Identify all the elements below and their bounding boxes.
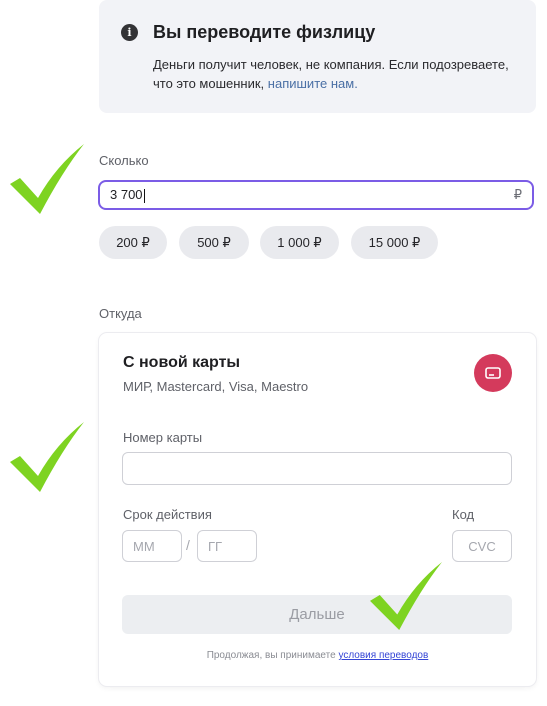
card-brands-text: МИР, Mastercard, Visa, Maestro xyxy=(123,379,309,394)
cvc-input[interactable]: CVC xyxy=(452,530,512,562)
amount-label: Сколько xyxy=(99,153,149,168)
amount-chip-200[interactable]: 200 ₽ xyxy=(99,226,167,259)
new-card-title: С новой карты xyxy=(123,354,241,371)
terms-link[interactable]: условия переводов xyxy=(338,650,428,661)
terms-note: Продолжая, вы принимаете условия перевод… xyxy=(99,650,536,661)
checkmark-icon xyxy=(10,422,84,492)
contact-us-link[interactable]: напишите нам. xyxy=(268,76,358,91)
info-banner: i Вы переводите физлицу Деньги получит ч… xyxy=(99,0,536,113)
info-icon: i xyxy=(121,24,138,41)
checkmark-icon xyxy=(10,144,84,214)
currency-symbol: ₽ xyxy=(513,187,522,202)
banner-text: Деньги получит человек, не компания. Есл… xyxy=(153,55,513,93)
checkmark-icon xyxy=(370,561,443,631)
new-card-form: С новой карты МИР, Mastercard, Visa, Mae… xyxy=(99,333,536,686)
card-number-input[interactable] xyxy=(122,452,512,485)
text-caret xyxy=(143,188,145,203)
expiry-year-input[interactable]: ГГ xyxy=(197,530,257,562)
amount-value: 3 700 xyxy=(110,187,143,203)
banner-title: Вы переводите физлицу xyxy=(153,22,376,42)
expiry-label: Срок действия xyxy=(123,507,212,522)
code-label: Код xyxy=(452,507,475,522)
card-number-label: Номер карты xyxy=(123,430,203,445)
amount-input[interactable]: 3 700 ₽ xyxy=(98,180,534,210)
amount-chip-15000[interactable]: 15 000 ₽ xyxy=(351,226,438,259)
terms-text: Продолжая, вы принимаете xyxy=(206,650,336,661)
expiry-month-input[interactable]: ММ xyxy=(122,530,182,562)
source-label: Откуда xyxy=(99,306,142,321)
amount-chip-500[interactable]: 500 ₽ xyxy=(179,226,249,259)
expiry-separator: / xyxy=(186,537,190,553)
card-icon xyxy=(474,354,512,392)
next-button[interactable]: Дальше xyxy=(122,595,512,634)
amount-chip-1000[interactable]: 1 000 ₽ xyxy=(260,226,339,259)
